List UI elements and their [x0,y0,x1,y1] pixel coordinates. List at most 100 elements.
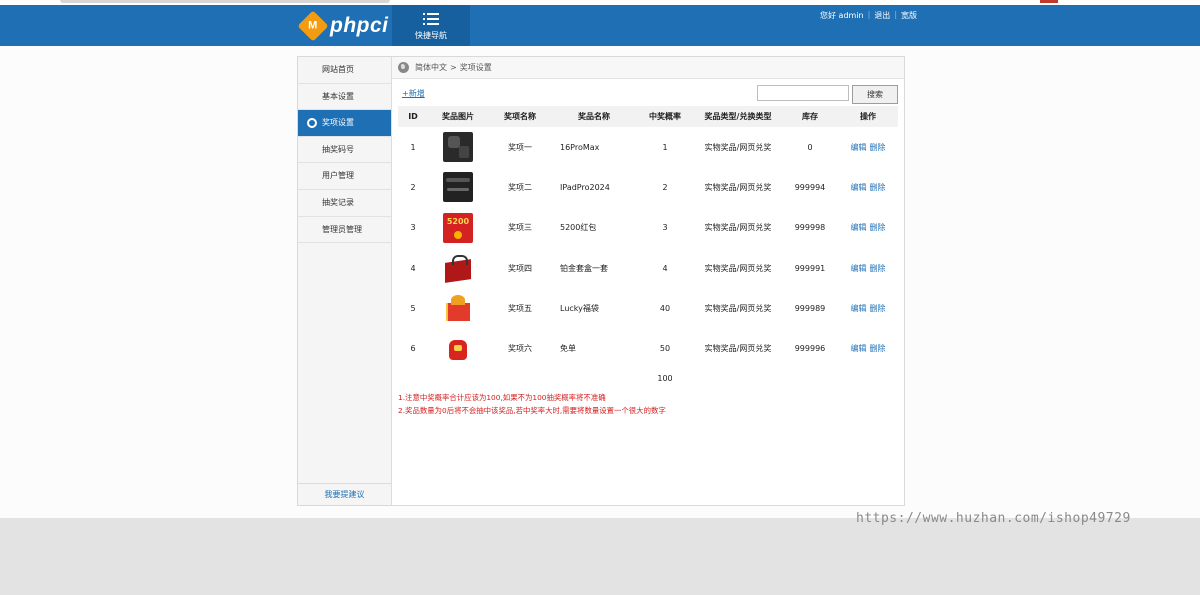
cell-prize-name: 免单 [560,344,576,354]
logo[interactable]: M phpci [297,10,389,42]
cell-actions: 编辑 删除 [838,127,898,167]
cell-prize-name: 5200红包 [560,223,597,233]
cell-probability: 1 [662,142,668,152]
sidebar-item-basic-settings[interactable]: 基本设置 [298,84,391,111]
table-row: 5 奖项五 Lucky福袋 40 实物奖品/网页兑奖 999989 编辑 删除 [398,288,898,328]
quick-nav-button[interactable]: 快捷导航 [392,5,470,46]
search-button[interactable]: 搜索 [852,85,898,104]
widescreen-link[interactable]: 宽版 [901,10,917,21]
cell-prize-name: 16ProMax [560,142,600,152]
cell-image: 5200 [428,208,488,248]
table-total-row: 100 [398,369,898,389]
cell-image [428,127,488,167]
logo-text: phpci [330,14,389,37]
prize-image-gift-box [443,253,473,284]
cell-prize-name: Lucky福袋 [560,303,599,313]
prize-image-phone [443,132,473,163]
edit-link[interactable]: 编辑 [851,264,867,273]
delete-link[interactable]: 删除 [870,344,886,353]
column-header: 奖品类型/兑换类型 [694,106,782,127]
sidebar-item-lottery-records[interactable]: 抽奖记录 [298,190,391,217]
cell-type: 实物奖品/网页兑奖 [704,142,772,152]
edit-link[interactable]: 编辑 [851,223,867,232]
cell-type: 实物奖品/网页兑奖 [704,303,772,313]
sidebar-item-label: 抽奖码号 [322,144,354,154]
cell-actions: 编辑 删除 [838,288,898,328]
breadcrumb-root[interactable]: 简体中文 [415,62,447,73]
cell-image [428,288,488,328]
toolbar: +新增 搜索 [392,79,904,105]
globe-icon [398,62,409,73]
cell-id: 3 [410,223,416,233]
delete-link[interactable]: 删除 [870,304,886,313]
prize-image-lucky-bag [443,333,473,364]
coin-icon [454,230,462,239]
delete-link[interactable]: 删除 [870,264,886,273]
cell-image [428,328,488,368]
note-line: 2.奖品数量为0后将不会抽中该奖品,若中奖率大时,需要将数量设置一个很大的数字 [398,406,666,415]
column-header: 中奖概率 [636,106,694,127]
prize-image-tablet [443,172,473,203]
sidebar-item-label: 抽奖记录 [322,197,354,207]
logo-mark-icon: M [297,10,329,42]
sidebar-item-admins[interactable]: 管理员管理 [298,217,391,244]
user-bar: 您好 admin | 退出 | 宽版 [820,10,917,21]
column-header: ID [398,106,428,127]
divider: | [867,10,871,19]
feedback-link[interactable]: 我要提建议 [298,483,391,505]
column-header: 奖项名称 [488,106,552,127]
cell-prize-level: 奖项一 [508,142,532,152]
delete-link[interactable]: 删除 [870,143,886,152]
breadcrumb-separator: > [450,63,457,72]
strip-marker [1040,0,1058,3]
table-header-row: ID 奖品图片 奖项名称 奖品名称 中奖概率 奖品类型/兑换类型 库存 操作 [398,106,898,127]
content-panel: 简体中文 > 奖项设置 +新增 搜索 ID 奖品图片 奖项名称 奖品名称 中奖概… [392,57,904,505]
delete-link[interactable]: 删除 [870,223,886,232]
cell-prize-level: 奖项三 [508,223,532,233]
sidebar-item-label: 用户管理 [322,171,354,181]
cell-id: 4 [410,263,416,273]
cell-probability: 3 [662,223,668,233]
cell-id: 2 [410,182,416,192]
cell-prize-level: 奖项四 [508,263,532,273]
gear-icon [307,118,317,129]
user-greeting: 您好 admin [820,11,864,20]
column-header: 奖品名称 [552,106,636,127]
delete-link[interactable]: 删除 [870,183,886,192]
cell-stock: 999998 [794,223,826,233]
cell-prize-name: 铂金套盒一套 [560,263,608,273]
sidebar-item-lottery-codes[interactable]: 抽奖码号 [298,137,391,164]
cell-actions: 编辑 删除 [838,208,898,248]
logout-link[interactable]: 退出 [874,10,890,21]
cell-id: 6 [410,344,416,354]
edit-link[interactable]: 编辑 [851,143,867,152]
cell-stock: 0 [807,142,813,152]
sidebar-item-home[interactable]: 网站首页 [298,57,391,84]
cell-probability: 40 [659,303,671,313]
browser-strip [0,0,1200,5]
table-row: 1 奖项一 16ProMax 1 实物奖品/网页兑奖 0 编辑 删除 [398,127,898,167]
cell-prize-level: 奖项二 [508,182,532,192]
sidebar-item-label: 基本设置 [322,91,354,101]
edit-link[interactable]: 编辑 [851,183,867,192]
search-input[interactable] [757,85,849,101]
cell-stock: 999994 [794,182,826,192]
cell-type: 实物奖品/网页兑奖 [704,223,772,233]
top-nav-bar: M phpci 快捷导航 您好 admin | 退出 | 宽版 [0,0,1200,46]
sidebar-item-prize-settings[interactable]: 奖项设置 [298,110,391,137]
add-prize-link[interactable]: +新增 [402,88,425,99]
cell-actions: 编辑 删除 [838,167,898,207]
edit-link[interactable]: 编辑 [851,344,867,353]
cell-stock: 999996 [794,344,826,354]
cell-type: 实物奖品/网页兑奖 [704,344,772,354]
cell-actions: 编辑 删除 [838,248,898,288]
sidebar-item-label: 奖项设置 [322,118,354,128]
sidebar-item-users[interactable]: 用户管理 [298,163,391,190]
divider: | [894,10,898,19]
edit-link[interactable]: 编辑 [851,304,867,313]
breadcrumb-current: 奖项设置 [459,63,492,72]
sidebar: 网站首页 基本设置 奖项设置 抽奖码号 用户管理 抽奖记录 管理员管理 我要提建… [298,57,392,505]
breadcrumb: 简体中文 > 奖项设置 [392,57,904,79]
column-header: 奖品图片 [428,106,488,127]
cell-id: 5 [410,303,416,313]
